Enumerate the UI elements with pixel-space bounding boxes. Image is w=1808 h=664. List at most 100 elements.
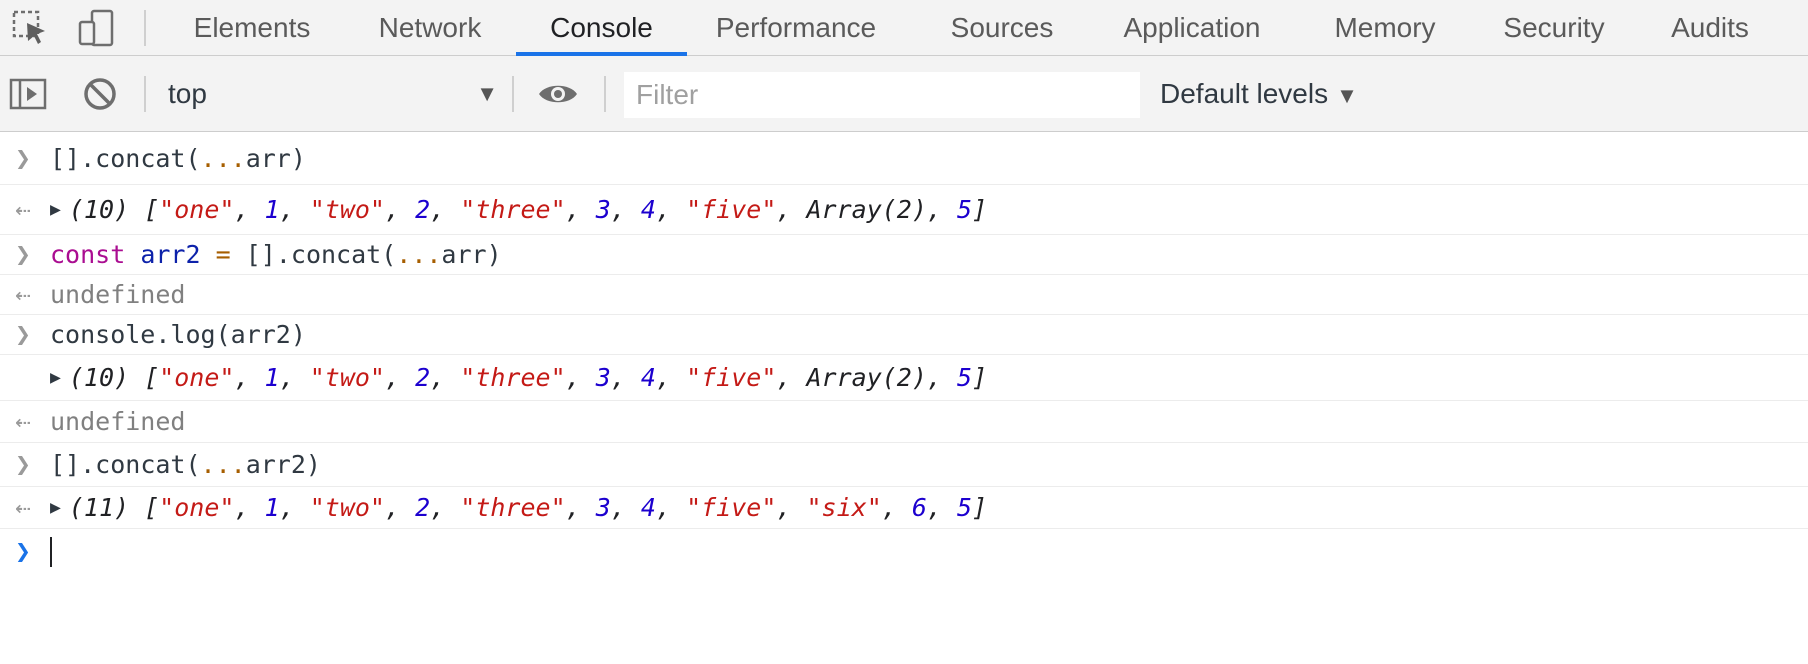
tab-performance[interactable]: Performance	[708, 0, 884, 55]
array-item: 6	[911, 493, 927, 522]
filter-input[interactable]	[624, 72, 1140, 118]
code-token: []	[230, 240, 276, 269]
code-token: arr2	[230, 320, 291, 349]
array-item: 5	[957, 493, 973, 522]
array-item: 1	[264, 363, 280, 392]
array-item: 3	[595, 363, 611, 392]
code-token: console	[50, 320, 156, 349]
result-arrow-icon: ⇠	[15, 194, 31, 225]
tab-network[interactable]: Network	[360, 0, 500, 55]
prompt-chevron-icon: ❯	[15, 537, 31, 567]
input-chevron-icon: ❯	[15, 319, 31, 350]
code-token: .	[80, 450, 96, 479]
code-token: ...	[200, 450, 246, 479]
array-item: "three"	[460, 493, 566, 522]
result-value: undefined	[50, 280, 186, 309]
code-token: concat	[95, 144, 186, 173]
array-item: 5	[957, 363, 973, 392]
array-item: 4	[640, 195, 656, 224]
array-item: 2	[415, 195, 431, 224]
code-token: )	[290, 144, 306, 173]
execution-context-value: top	[168, 78, 207, 109]
array-item: "two"	[309, 493, 385, 522]
input-chevron-icon: ❯	[15, 239, 31, 270]
clear-console-icon[interactable]	[78, 72, 122, 116]
console-input-code[interactable]: [].concat(...arr)	[50, 133, 306, 184]
console-toolbar: top ▼ Default levels ▼	[0, 56, 1808, 132]
code-token: log	[170, 320, 216, 349]
live-expression-eye-icon[interactable]	[536, 72, 580, 116]
console-result-row: ⇠ ▶ (10) ["one", 1, "two", 2, "three", 3,…	[0, 185, 1808, 235]
tab-audits[interactable]: Audits	[1662, 0, 1758, 55]
inspect-element-icon[interactable]	[8, 6, 52, 50]
console-input-code[interactable]: [].concat(...arr2)	[50, 443, 321, 486]
log-levels-dropdown[interactable]: Default levels ▼	[1160, 72, 1358, 116]
devtools-tab-bar: Elements Network Console Performance Sou…	[0, 0, 1808, 56]
code-token: )	[486, 240, 502, 269]
console-input-code[interactable]: console.log(arr2)	[50, 315, 306, 354]
console-input-row: ❯ [].concat(...arr2)	[0, 443, 1808, 487]
code-token: const	[50, 240, 126, 269]
tab-security[interactable]: Security	[1494, 0, 1614, 55]
code-token: concat	[95, 450, 186, 479]
toolbar-divider	[512, 76, 514, 112]
tab-memory[interactable]: Memory	[1320, 0, 1450, 55]
text-cursor	[50, 537, 52, 567]
array-item: 1	[264, 493, 280, 522]
code-token: .	[80, 144, 96, 173]
prompt-editor[interactable]	[50, 529, 52, 575]
array-item: Array(2)	[806, 195, 927, 224]
device-toolbar-icon[interactable]	[74, 6, 118, 50]
code-token: .	[275, 240, 291, 269]
code-token: )	[290, 320, 306, 349]
array-item: "three"	[460, 363, 566, 392]
expand-triangle-icon[interactable]: ▶	[50, 199, 61, 220]
code-token: arr	[441, 240, 487, 269]
array-item: "two"	[309, 195, 385, 224]
array-item: 1	[264, 195, 280, 224]
expand-triangle-icon[interactable]: ▶	[50, 367, 61, 388]
console-input-code[interactable]: const arr2 = [].concat(...arr)	[50, 235, 502, 274]
input-chevron-icon: ❯	[15, 449, 31, 480]
array-preview[interactable]: ▶ (11) ["one", 1, "two", 2, "three", 3, 4…	[50, 487, 987, 528]
array-item: "five"	[686, 363, 777, 392]
expand-triangle-icon[interactable]: ▶	[50, 497, 61, 518]
console-result-row: ⇠ undefined	[0, 401, 1808, 443]
code-token: arr2	[140, 240, 201, 269]
console-result-row: ⇠ undefined	[0, 275, 1808, 315]
array-item: "one"	[159, 493, 235, 522]
code-token: []	[50, 144, 81, 173]
array-item: "six"	[806, 493, 882, 522]
result-arrow-icon: ⇠	[15, 492, 31, 523]
array-item: "one"	[159, 195, 235, 224]
array-preview[interactable]: ▶ (10) ["one", 1, "two", 2, "three", 3, 4…	[50, 185, 987, 234]
execution-context-select[interactable]: top ▼	[168, 72, 498, 116]
code-token: ...	[200, 144, 246, 173]
array-preview[interactable]: ▶ (10) ["one", 1, "two", 2, "three", 3, 4…	[50, 355, 987, 400]
array-item: "five"	[686, 493, 777, 522]
console-prompt[interactable]: ❯	[0, 529, 1808, 575]
tab-console[interactable]: Console	[516, 0, 687, 56]
code-token: []	[50, 450, 81, 479]
tab-elements[interactable]: Elements	[168, 0, 336, 55]
tab-application[interactable]: Application	[1112, 0, 1272, 55]
array-item: 3	[595, 493, 611, 522]
code-token: (	[381, 240, 397, 269]
result-arrow-icon: ⇠	[15, 406, 31, 437]
code-token: )	[305, 450, 321, 479]
array-item: 3	[595, 195, 611, 224]
array-item: 5	[957, 195, 973, 224]
code-token: arr	[245, 144, 291, 173]
input-chevron-icon: ❯	[15, 143, 31, 174]
array-item: 4	[640, 363, 656, 392]
array-item: 4	[640, 493, 656, 522]
dropdown-triangle-icon: ▼	[476, 81, 498, 106]
toolbar-divider	[144, 10, 146, 46]
console-input-row: ❯ const arr2 = [].concat(...arr)	[0, 235, 1808, 275]
dropdown-triangle-icon: ▼	[1336, 83, 1358, 108]
toolbar-divider	[604, 76, 606, 112]
code-token: =	[215, 240, 231, 269]
array-item: Array(2)	[806, 363, 927, 392]
tab-sources[interactable]: Sources	[936, 0, 1068, 55]
show-sidebar-icon[interactable]	[6, 72, 50, 116]
